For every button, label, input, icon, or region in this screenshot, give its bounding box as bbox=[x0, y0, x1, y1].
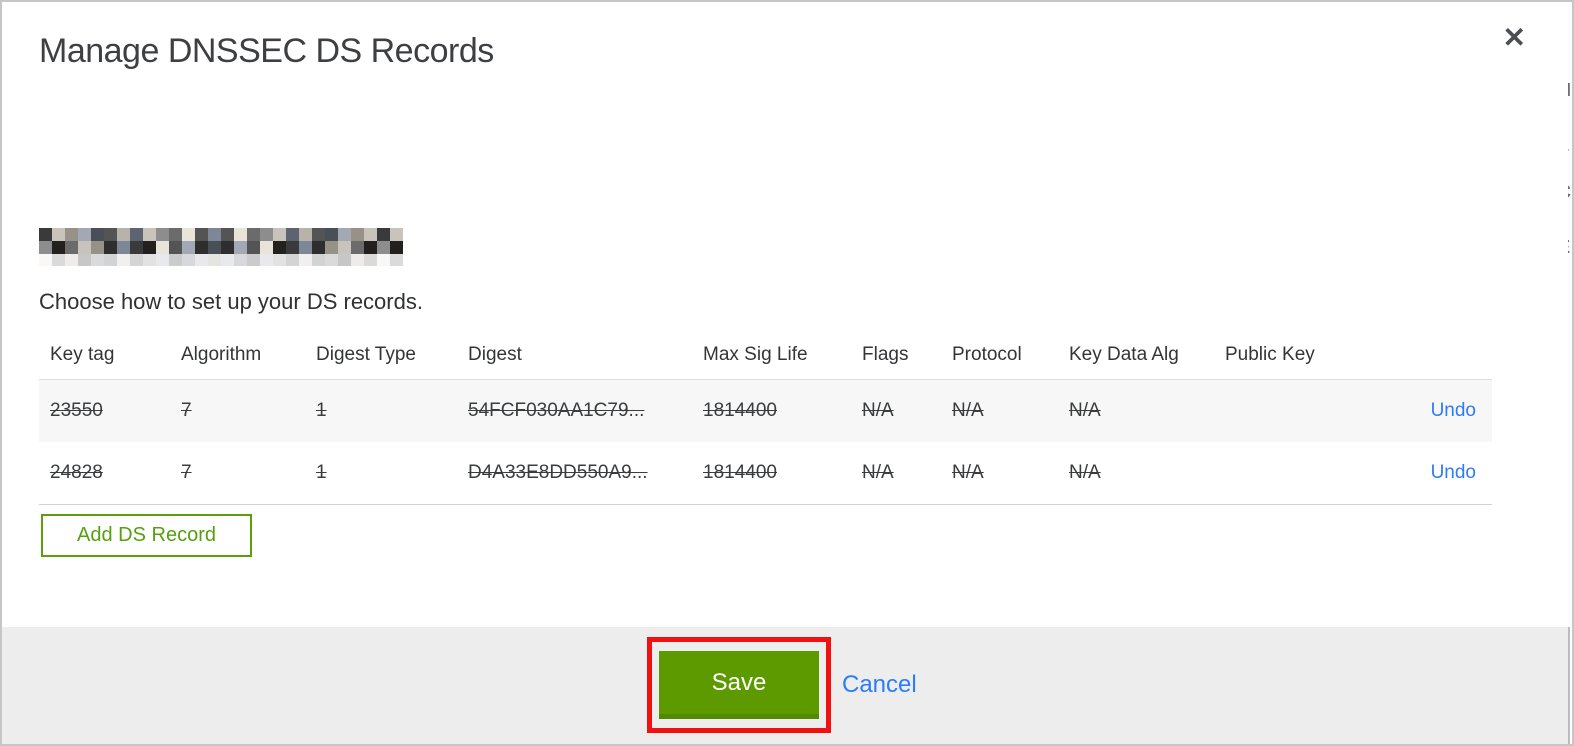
cell-flags: N/A bbox=[851, 379, 941, 442]
cell-digest: D4A33E8DD550A9... bbox=[457, 442, 692, 505]
cell-protocol: N/A bbox=[941, 379, 1058, 442]
cell-key-data-alg: N/A bbox=[1058, 379, 1214, 442]
cell-public-key bbox=[1214, 379, 1364, 442]
col-header-key-data-alg: Key Data Alg bbox=[1058, 330, 1214, 380]
cell-algorithm: 7 bbox=[170, 442, 305, 505]
table-row: 23550 7 1 54FCF030AA1C79... 1814400 N/A … bbox=[39, 379, 1492, 442]
col-header-actions bbox=[1364, 330, 1492, 380]
cancel-link[interactable]: Cancel bbox=[842, 671, 917, 699]
browser-window: Manage DNSSEC DS Records ✕ Choose how to… bbox=[0, 0, 1574, 746]
col-header-public-key: Public Key bbox=[1214, 330, 1364, 380]
domain-name-redacted bbox=[39, 228, 403, 266]
col-header-key-tag: Key tag bbox=[39, 330, 170, 380]
dnssec-modal: Manage DNSSEC DS Records ✕ Choose how to… bbox=[2, 2, 1570, 744]
cell-digest-type: 1 bbox=[305, 379, 457, 442]
table-row: 24828 7 1 D4A33E8DD550A9... 1814400 N/A … bbox=[39, 442, 1492, 505]
col-header-flags: Flags bbox=[851, 330, 941, 380]
undo-link[interactable]: Undo bbox=[1431, 462, 1476, 483]
close-icon[interactable]: ✕ bbox=[1503, 24, 1526, 52]
page-title: Manage DNSSEC DS Records bbox=[39, 32, 494, 70]
background-text-fragment: E bbox=[1568, 237, 1570, 258]
col-header-digest: Digest bbox=[457, 330, 692, 380]
cell-protocol: N/A bbox=[941, 442, 1058, 505]
table-header-row: Key tag Algorithm Digest Type Digest Max… bbox=[39, 330, 1492, 380]
cell-key-tag: 24828 bbox=[39, 442, 170, 505]
background-text-fragment: N bbox=[1568, 80, 1571, 101]
col-header-protocol: Protocol bbox=[941, 330, 1058, 380]
cell-key-tag: 23550 bbox=[39, 379, 170, 442]
background-text-fragment: L bbox=[1568, 135, 1569, 156]
cell-algorithm: 7 bbox=[170, 379, 305, 442]
cell-digest: 54FCF030AA1C79... bbox=[457, 379, 692, 442]
save-button[interactable]: Save bbox=[659, 651, 819, 719]
background-text-fragment: C bbox=[1568, 182, 1571, 203]
cell-public-key bbox=[1214, 442, 1364, 505]
col-header-digest-type: Digest Type bbox=[305, 330, 457, 380]
undo-link[interactable]: Undo bbox=[1431, 400, 1476, 421]
add-ds-record-button[interactable]: Add DS Record bbox=[41, 514, 252, 557]
cell-digest-type: 1 bbox=[305, 442, 457, 505]
ds-records-table: Key tag Algorithm Digest Type Digest Max… bbox=[39, 330, 1492, 505]
modal-footer: Save Cancel bbox=[2, 627, 1568, 744]
col-header-max-sig-life: Max Sig Life bbox=[692, 330, 851, 380]
col-header-algorithm: Algorithm bbox=[170, 330, 305, 380]
cell-max-sig-life: 1814400 bbox=[692, 442, 851, 505]
subtitle: Choose how to set up your DS records. bbox=[39, 289, 423, 314]
cell-flags: N/A bbox=[851, 442, 941, 505]
background-page-strip: sdNoLoCoEo bbox=[1568, 2, 1572, 627]
cell-max-sig-life: 1814400 bbox=[692, 379, 851, 442]
annotation-highlight-box: Save bbox=[647, 637, 831, 733]
cell-key-data-alg: N/A bbox=[1058, 442, 1214, 505]
